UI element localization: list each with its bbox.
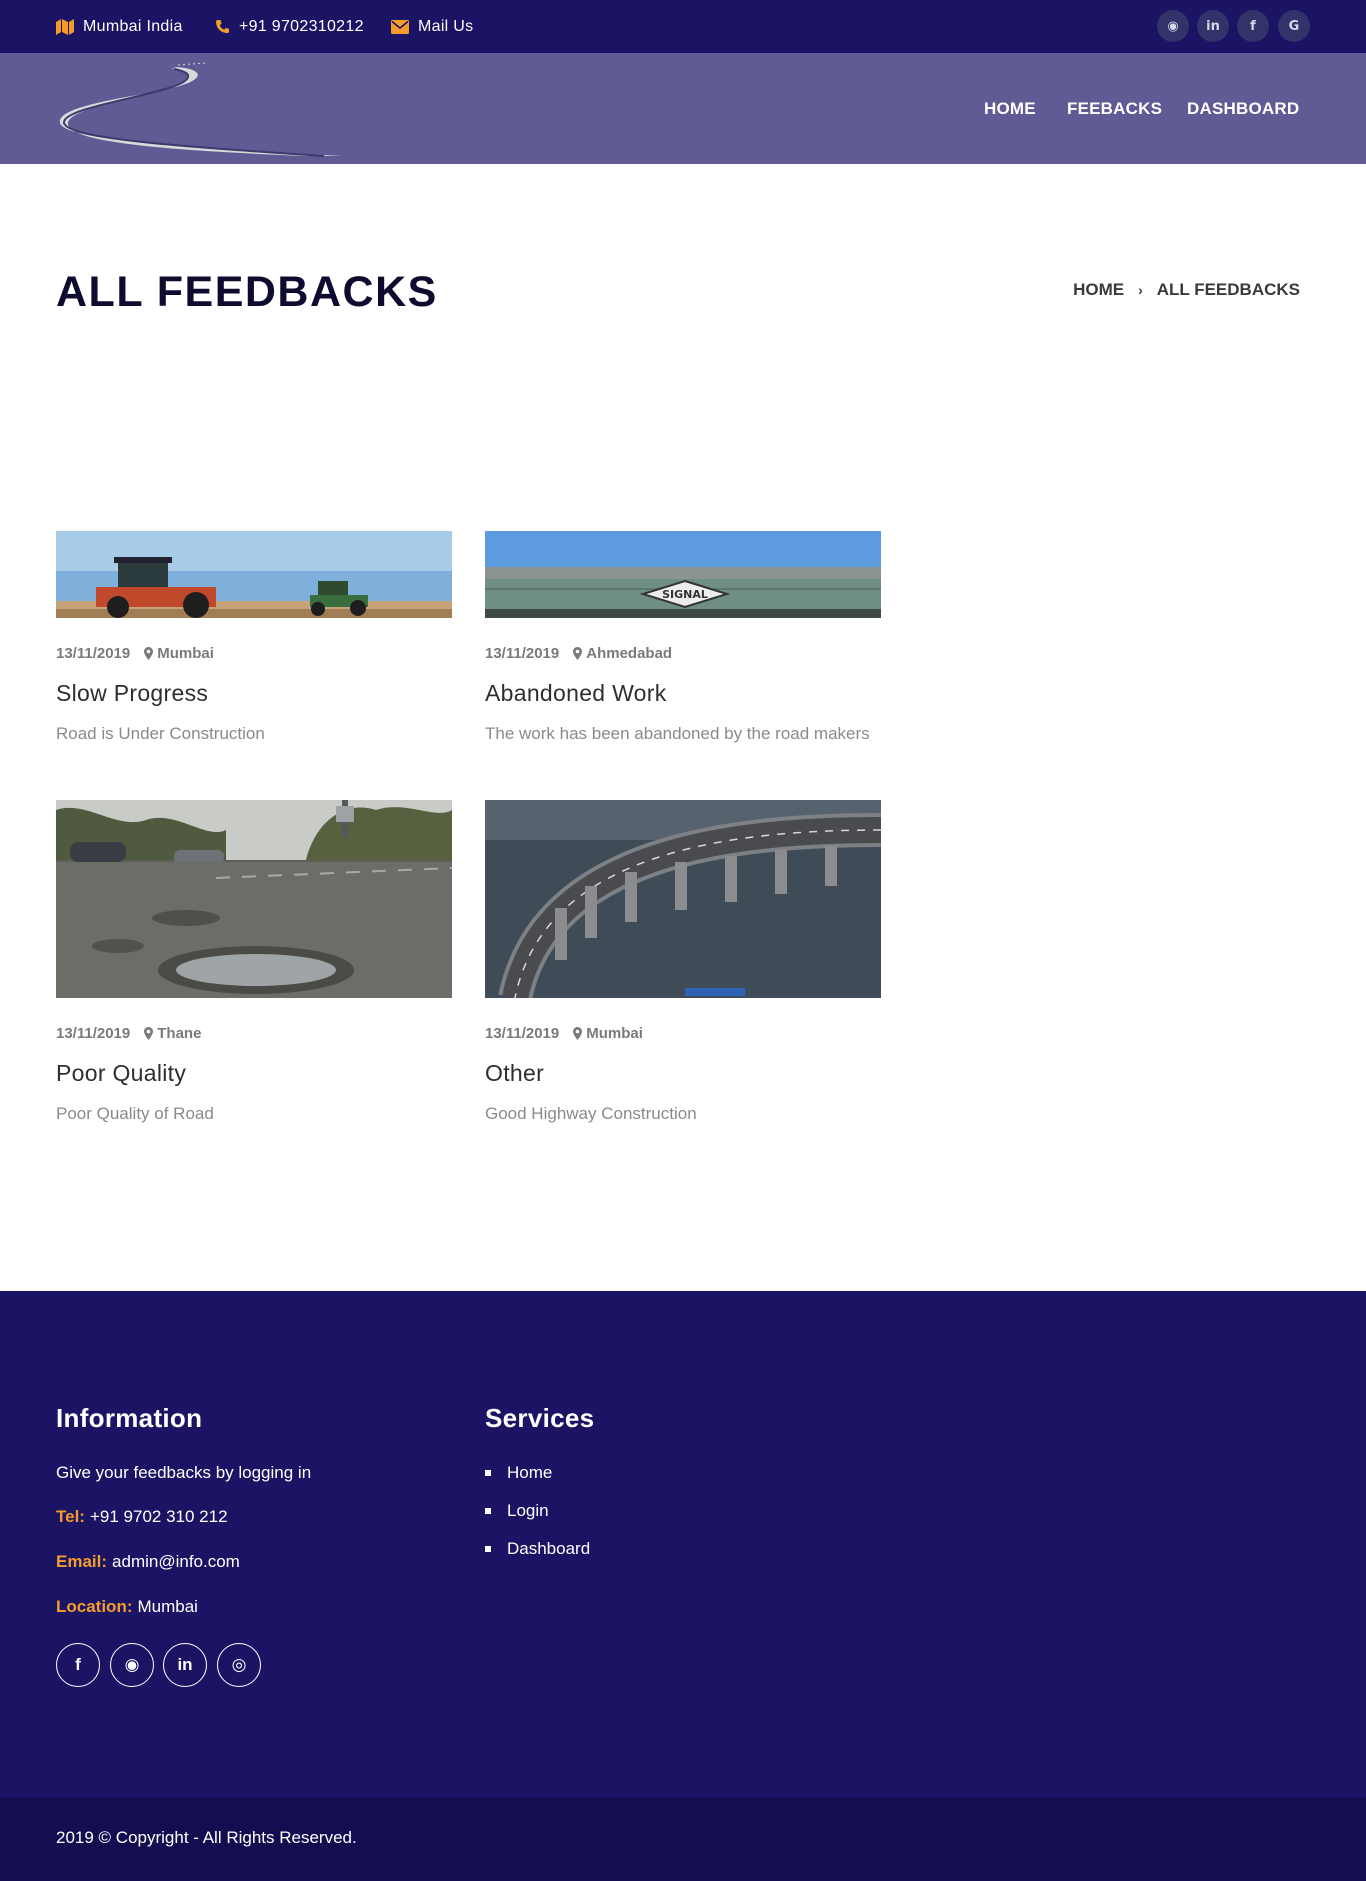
map-pin-icon bbox=[144, 647, 154, 660]
feedback-image-tractors[interactable] bbox=[56, 531, 452, 618]
topbar-phone-text: +91 9702310212 bbox=[239, 17, 364, 35]
feedback-date: 13/11/2019 bbox=[56, 645, 131, 662]
topbar-mail[interactable]: Mail Us bbox=[391, 0, 473, 53]
footer-location-label: Location: bbox=[56, 1597, 133, 1616]
breadcrumb-home-link[interactable]: HOME bbox=[1073, 280, 1124, 300]
linkedin-icon[interactable]: in bbox=[1197, 10, 1229, 42]
feedback-meta: 13/11/2019 Mumbai bbox=[485, 1025, 643, 1042]
github-icon[interactable]: ◉ bbox=[1157, 10, 1189, 42]
square-bullet-icon bbox=[485, 1470, 491, 1476]
feedback-description: The work has been abandoned by the road … bbox=[485, 724, 870, 743]
github-icon[interactable]: ◉ bbox=[110, 1643, 154, 1687]
footer-service-label: Dashboard bbox=[507, 1539, 591, 1558]
footer-email: Email: admin@info.com bbox=[56, 1552, 240, 1572]
footer-service-link[interactable]: Dashboard bbox=[485, 1539, 590, 1559]
copyright-text: 2019 © Copyright - All Rights Reserved. bbox=[56, 1828, 357, 1847]
footer-service-link[interactable]: Home bbox=[485, 1463, 552, 1483]
footer-service-label: Login bbox=[507, 1501, 549, 1520]
footer-tel-label: Tel: bbox=[56, 1507, 85, 1526]
feedback-location: Thane bbox=[157, 1025, 202, 1042]
feedback-title[interactable]: Abandoned Work bbox=[485, 680, 667, 707]
feedback-date: 13/11/2019 bbox=[485, 1025, 560, 1042]
square-bullet-icon bbox=[485, 1546, 491, 1552]
facebook-icon[interactable]: f bbox=[56, 1643, 100, 1687]
footer-email-label: Email: bbox=[56, 1552, 108, 1571]
main-navbar: HOME FEEBACKS DASHBOARD bbox=[0, 53, 1366, 164]
top-bar: Mumbai India +91 9702310212 Mail Us ◉ in… bbox=[0, 0, 1366, 53]
feedback-meta: 13/11/2019 Mumbai bbox=[56, 645, 214, 662]
feedback-meta: 13/11/2019 Ahmedabad bbox=[485, 645, 672, 662]
facebook-icon[interactable]: f bbox=[1237, 10, 1269, 42]
footer-info-text: Give your feedbacks by logging in bbox=[56, 1463, 312, 1482]
chevron-right-icon: › bbox=[1138, 282, 1143, 298]
breadcrumb: HOME › ALL FEEDBACKS bbox=[1073, 280, 1300, 300]
feedback-location: Mumbai bbox=[157, 645, 214, 662]
nav-dashboard-link[interactable]: DASHBOARD bbox=[1187, 53, 1299, 164]
feedback-location: Ahmedabad bbox=[586, 645, 673, 662]
footer-location-value: Mumbai bbox=[137, 1597, 198, 1616]
feedback-title[interactable]: Slow Progress bbox=[56, 680, 208, 707]
feedback-title[interactable]: Other bbox=[485, 1060, 544, 1087]
feedback-description: Poor Quality of Road bbox=[56, 1104, 214, 1123]
topbar-location: Mumbai India bbox=[56, 0, 183, 53]
feedback-date: 13/11/2019 bbox=[56, 1025, 131, 1042]
linkedin-icon[interactable]: in bbox=[163, 1643, 207, 1687]
feedback-meta: 13/11/2019 Thane bbox=[56, 1025, 201, 1042]
instagram-icon[interactable]: ◎ bbox=[217, 1643, 261, 1687]
nav-feedbacks-link[interactable]: FEEBACKS bbox=[1067, 53, 1162, 164]
feedback-image-potholes[interactable] bbox=[56, 800, 452, 998]
topbar-mail-text: Mail Us bbox=[418, 17, 474, 35]
footer-tel-value[interactable]: +91 9702 310 212 bbox=[90, 1507, 228, 1526]
footer-tel: Tel: +91 9702 310 212 bbox=[56, 1507, 228, 1527]
road-logo[interactable] bbox=[56, 61, 346, 162]
feedback-image-overpass[interactable]: SIGNAL bbox=[485, 531, 881, 618]
footer-email-value[interactable]: admin@info.com bbox=[112, 1552, 240, 1571]
topbar-location-text: Mumbai India bbox=[83, 17, 183, 35]
square-bullet-icon bbox=[485, 1508, 491, 1514]
feedback-title[interactable]: Poor Quality bbox=[56, 1060, 186, 1087]
feedback-description: Road is Under Construction bbox=[56, 724, 265, 743]
envelope-icon bbox=[391, 19, 409, 34]
map-icon bbox=[56, 18, 74, 35]
footer-services-heading: Services bbox=[485, 1403, 595, 1433]
svg-text:SIGNAL: SIGNAL bbox=[662, 588, 708, 601]
feedback-date: 13/11/2019 bbox=[485, 645, 560, 662]
phone-icon bbox=[215, 19, 230, 34]
topbar-phone[interactable]: +91 9702310212 bbox=[215, 0, 364, 53]
nav-home-link[interactable]: HOME bbox=[984, 53, 1036, 164]
feedback-image-sea-bridge[interactable] bbox=[485, 800, 881, 998]
feedback-location: Mumbai bbox=[586, 1025, 643, 1042]
copyright-bar: 2019 © Copyright - All Rights Reserved. bbox=[0, 1798, 1366, 1881]
footer-service-link[interactable]: Login bbox=[485, 1501, 549, 1521]
google-icon[interactable]: G bbox=[1278, 10, 1310, 42]
footer-information-heading: Information bbox=[56, 1403, 203, 1433]
feedback-description: Good Highway Construction bbox=[485, 1104, 697, 1123]
footer-service-label: Home bbox=[507, 1463, 553, 1482]
breadcrumb-current: ALL FEEDBACKS bbox=[1156, 280, 1300, 299]
site-footer: Information Give your feedbacks by loggi… bbox=[0, 1291, 1366, 1798]
map-pin-icon bbox=[144, 1027, 154, 1040]
map-pin-icon bbox=[573, 1027, 583, 1040]
page-title: ALL FEEDBACKS bbox=[56, 268, 438, 316]
map-pin-icon bbox=[573, 647, 583, 660]
footer-location: Location: Mumbai bbox=[56, 1597, 198, 1617]
